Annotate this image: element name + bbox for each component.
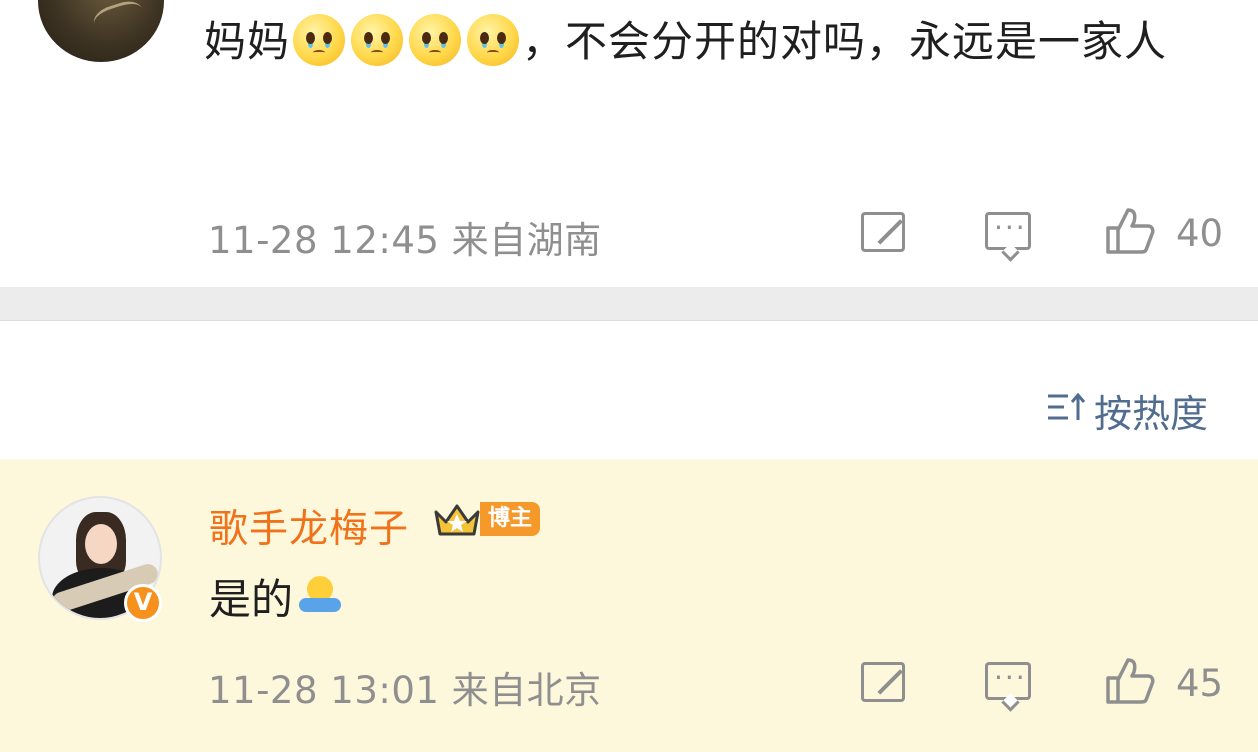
cry-emoji-icon (293, 14, 346, 66)
like-count: 45 (1176, 662, 1224, 705)
like-icon[interactable] (1104, 206, 1156, 256)
cry-emoji-icon (467, 14, 520, 66)
comment-icon[interactable] (985, 661, 1031, 700)
share-icon[interactable] (861, 212, 905, 252)
section-divider (0, 287, 1258, 321)
cry-emoji-icon (409, 14, 462, 66)
comment-meta: 11-28 12:45 来自湖南 (208, 210, 602, 264)
comment-card: 妈妈，不会分开的对吗，永远是一家人 11-28 12:45 来自湖南 40 (0, 0, 1258, 287)
like-count: 40 (1176, 212, 1224, 255)
timestamp: 11-28 12:45 (208, 219, 440, 262)
comment-text: 妈妈 ，不会分开的对吗，永远是一家人 (204, 14, 1194, 70)
comment-meta: 11-28 13:01 来自北京 (208, 660, 602, 714)
location: 来自北京 (451, 669, 602, 712)
hug-emoji-icon (299, 576, 342, 618)
crown-icon (434, 504, 480, 536)
share-icon[interactable] (861, 662, 905, 702)
verified-badge: V (124, 584, 162, 622)
comment-icon[interactable] (985, 211, 1031, 250)
comment-card-highlighted (0, 459, 1258, 752)
avatar[interactable] (38, 0, 164, 62)
location: 来自湖南 (451, 219, 602, 262)
blogger-badge: 博主 (480, 502, 541, 536)
cry-emoji-icon (351, 14, 404, 66)
sort-icon[interactable] (1046, 390, 1086, 424)
timestamp: 11-28 13:01 (208, 669, 440, 712)
username[interactable]: 歌手龙梅子 (209, 498, 409, 554)
like-icon[interactable] (1104, 656, 1156, 706)
comment-text: 是的 (209, 566, 342, 627)
sort-by-hot-button[interactable]: 按热度 (1094, 383, 1208, 438)
